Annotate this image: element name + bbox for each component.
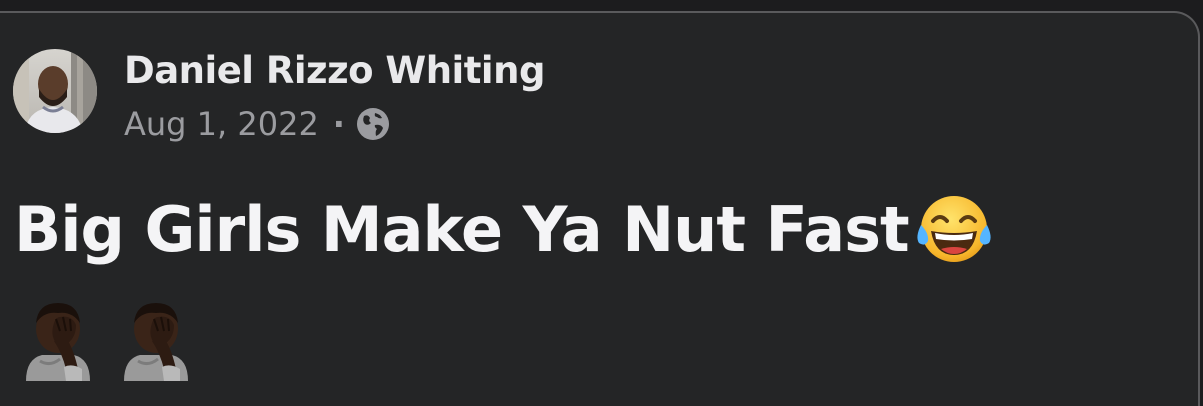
tears-of-joy-emoji-icon bbox=[913, 191, 995, 267]
post-date[interactable]: Aug 1, 2022 bbox=[124, 105, 319, 143]
facepalm-emoji-icon bbox=[26, 303, 90, 381]
facepalm-emoji-icon bbox=[124, 303, 188, 381]
emoji-row bbox=[16, 297, 198, 381]
post-meta: Aug 1, 2022 · bbox=[124, 105, 391, 143]
post-card: Daniel Rizzo Whiting Aug 1, 2022 · Big G… bbox=[0, 11, 1200, 406]
globe-icon[interactable] bbox=[355, 106, 391, 142]
post-body: Big Girls Make Ya Nut Fast bbox=[14, 191, 995, 267]
author-avatar[interactable] bbox=[13, 49, 97, 133]
meta-separator: · bbox=[332, 105, 345, 143]
post-text: Big Girls Make Ya Nut Fast bbox=[14, 192, 910, 266]
author-name[interactable]: Daniel Rizzo Whiting bbox=[124, 49, 545, 92]
